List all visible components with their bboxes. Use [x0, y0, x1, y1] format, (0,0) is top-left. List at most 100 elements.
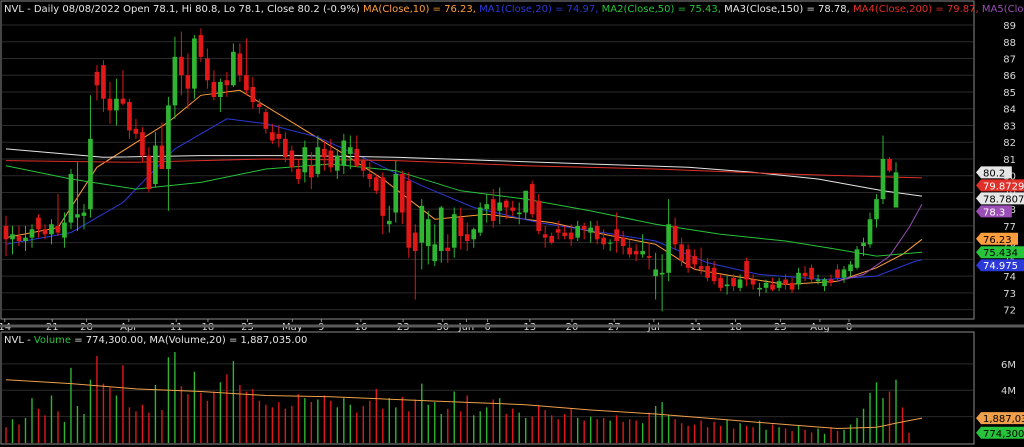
candle-body [490, 199, 496, 221]
candle-body [737, 279, 743, 288]
candle-body [477, 207, 483, 233]
candle-body [341, 140, 347, 166]
candle-body [68, 174, 74, 223]
candle-body [724, 284, 730, 287]
header-ma200: MA4(Close,200) = 79.87, [853, 4, 979, 15]
candle [68, 169, 74, 230]
y-tick-label: 74 [1003, 272, 1016, 283]
candle-body [438, 207, 444, 252]
y-tick-label: 73 [1003, 289, 1016, 300]
candle-body [270, 132, 275, 141]
candle-body [770, 284, 775, 290]
candle-body [659, 272, 665, 275]
candle-body [484, 204, 490, 210]
candle-body [172, 56, 178, 106]
candle-body [231, 51, 236, 86]
candle-body [81, 212, 87, 216]
candle-body [140, 132, 145, 156]
candle-body [620, 237, 626, 247]
candle-body [672, 225, 678, 245]
candle-body [653, 269, 658, 277]
y-tick-label: 85 [1003, 88, 1016, 99]
candle-body [887, 158, 892, 171]
candle-body [75, 214, 80, 218]
candle-body [698, 266, 704, 270]
candle-body [601, 237, 607, 245]
candle-body [503, 200, 509, 208]
candle-body [198, 35, 204, 57]
y-tick-label: 72 [1003, 306, 1016, 317]
price-tag-label: 78.3 [983, 207, 1005, 218]
volume-header: NVL - Volume = 774,300.00, MA(Volume,20)… [4, 335, 307, 346]
candle-body [471, 229, 477, 240]
price-tag-label: 80.2 [983, 168, 1005, 179]
volume-tag: 1,887,035 [976, 412, 1024, 425]
candle-body [828, 279, 834, 283]
price-tag: 80.2 [976, 166, 1012, 179]
price-tag-label: 76.23 [983, 235, 1012, 246]
candle-body [42, 229, 48, 235]
volume-header-values: = 774,300.00, MA(Volume,20) = 1,887,035.… [74, 335, 307, 346]
candle-body [101, 65, 106, 99]
candle-body [633, 251, 639, 255]
volume-y-tick-label: 4M [1001, 386, 1016, 397]
candle-body [796, 272, 801, 285]
candle-body [627, 247, 632, 255]
volume-tag-label: 1,887,035 [983, 414, 1024, 425]
candle-body [107, 98, 113, 111]
header-ma50: MA2(Close,50) = 75.43, [602, 4, 721, 15]
candle-body [10, 234, 15, 240]
price-tag-label: 78.7807 [983, 194, 1024, 205]
candle-body [705, 266, 710, 278]
candle-body [289, 150, 295, 168]
candle-body [146, 155, 152, 190]
candle-body [594, 225, 600, 240]
candle-body [458, 217, 464, 236]
candle-body [224, 80, 230, 86]
candle [477, 202, 483, 236]
candle-body [711, 267, 717, 282]
volume-header-symbol: NVL - [4, 335, 34, 346]
candle-body [334, 155, 340, 171]
stock-chart[interactable]: 7273747576777879808182838485868788891421… [0, 0, 1024, 447]
candle-body [419, 205, 425, 243]
candle-body [835, 269, 840, 278]
candle-body [542, 234, 548, 238]
candle-body [257, 103, 262, 108]
candle-body [166, 105, 171, 169]
candle-body [425, 219, 431, 247]
candle-body [133, 128, 139, 134]
candle-body [88, 138, 93, 210]
candle-body [861, 242, 866, 247]
candle-body [854, 249, 860, 268]
candle-body [244, 75, 249, 91]
price-tag-label: 79.8729 [983, 181, 1024, 192]
candle-body [218, 81, 223, 98]
y-tick-label: 89 [1003, 21, 1016, 32]
price-tag: 78.3 [976, 205, 1012, 218]
candle-body [640, 251, 645, 255]
candle-body [250, 86, 256, 103]
candle-body [815, 279, 821, 282]
candle-body [516, 212, 522, 215]
candle [854, 246, 860, 270]
candle-body [529, 184, 535, 215]
price-tag: 79.8729 [976, 179, 1024, 192]
candle-body [848, 264, 853, 272]
price-tag: 76.23 [976, 232, 1018, 246]
candle-body [588, 227, 594, 233]
candle-body [867, 219, 873, 245]
candle-body [464, 234, 470, 241]
candle-body [763, 282, 769, 288]
candle [406, 172, 412, 258]
candle-body [16, 235, 22, 241]
y-tick-label: 86 [1003, 71, 1016, 82]
candle-body [179, 56, 184, 76]
price-tag: 78.7807 [976, 192, 1024, 205]
header-ma5: MA5(Close,5) = 78.30 [982, 4, 1024, 15]
candle-body [607, 242, 613, 244]
candle-body [874, 199, 879, 220]
candle-body [302, 147, 308, 173]
candle-body [211, 81, 217, 98]
candle [887, 157, 892, 173]
